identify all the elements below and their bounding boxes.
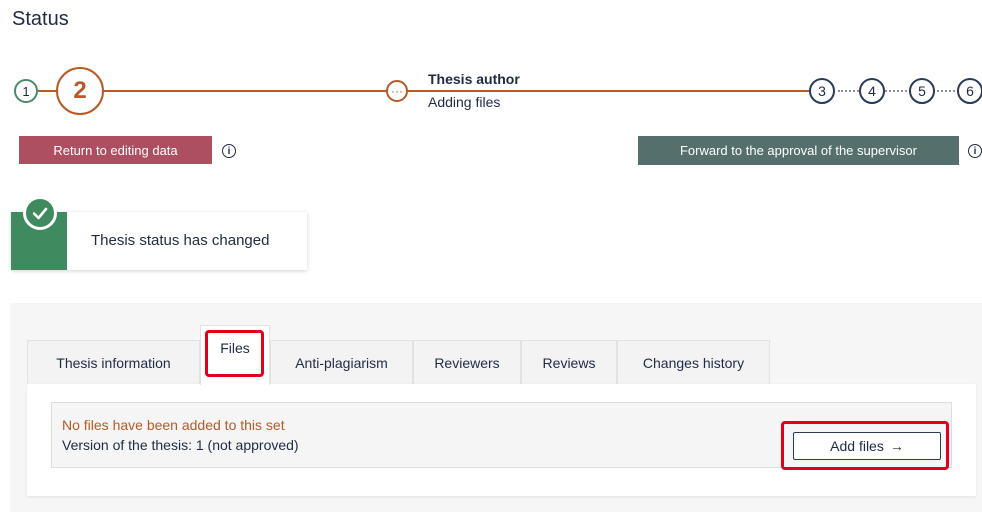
notification-text: Thesis status has changed <box>91 232 270 249</box>
add-files-highlight <box>781 421 949 470</box>
tab-label: Reviewers <box>434 354 500 371</box>
step-4-label: 4 <box>868 83 876 99</box>
step-1-label: 1 <box>22 83 30 99</box>
tab-label: Changes history <box>642 354 745 371</box>
tab-anti-plagiarism[interactable]: Anti-plagiarism <box>270 340 413 384</box>
tab-thesis-information[interactable]: Thesis information <box>27 340 200 384</box>
info-glyph: i <box>973 145 977 157</box>
files-tab-highlight <box>205 330 264 377</box>
no-files-message: No files have been added to this set <box>62 417 285 433</box>
forward-to-supervisor-button[interactable]: Forward to the approval of the superviso… <box>638 136 959 165</box>
step-4[interactable]: 4 <box>859 78 885 104</box>
step-2-label: 2 <box>73 77 87 104</box>
tab-label: Reviews <box>542 354 596 371</box>
step-3[interactable]: 3 <box>809 78 835 104</box>
tab-reviewers[interactable]: Reviewers <box>413 340 521 384</box>
status-notification: Thesis status has changed <box>11 196 307 270</box>
page-title: Status <box>12 8 69 30</box>
step-2-current[interactable]: 2 <box>56 67 104 115</box>
step-5[interactable]: 5 <box>909 78 935 104</box>
stage-title: Thesis author <box>428 71 520 87</box>
stage-subtitle: Adding files <box>428 94 501 110</box>
return-to-editing-button[interactable]: Return to editing data <box>19 136 212 164</box>
info-icon[interactable]: i <box>222 144 236 158</box>
stepper-line-future <box>838 90 966 92</box>
info-glyph: i <box>227 145 231 157</box>
dots-glyph: ··· <box>391 84 403 98</box>
tab-label: Anti-plagiarism <box>295 354 388 371</box>
step-1[interactable]: 1 <box>14 79 38 103</box>
step-5-label: 5 <box>918 83 926 99</box>
tab-reviews[interactable]: Reviews <box>521 340 617 384</box>
stepper-line-done <box>38 90 56 92</box>
info-icon[interactable]: i <box>968 144 982 158</box>
step-6-label: 6 <box>966 83 974 99</box>
stage-dots-icon: ··· <box>386 80 408 102</box>
step-3-label: 3 <box>818 83 826 99</box>
stepper-line-current <box>104 90 820 92</box>
tab-label: Thesis information <box>56 354 171 371</box>
thesis-version-text: Version of the thesis: 1 (not approved) <box>62 437 299 453</box>
check-icon <box>23 196 57 230</box>
step-6[interactable]: 6 <box>957 78 982 104</box>
tab-changes-history[interactable]: Changes history <box>617 340 770 384</box>
